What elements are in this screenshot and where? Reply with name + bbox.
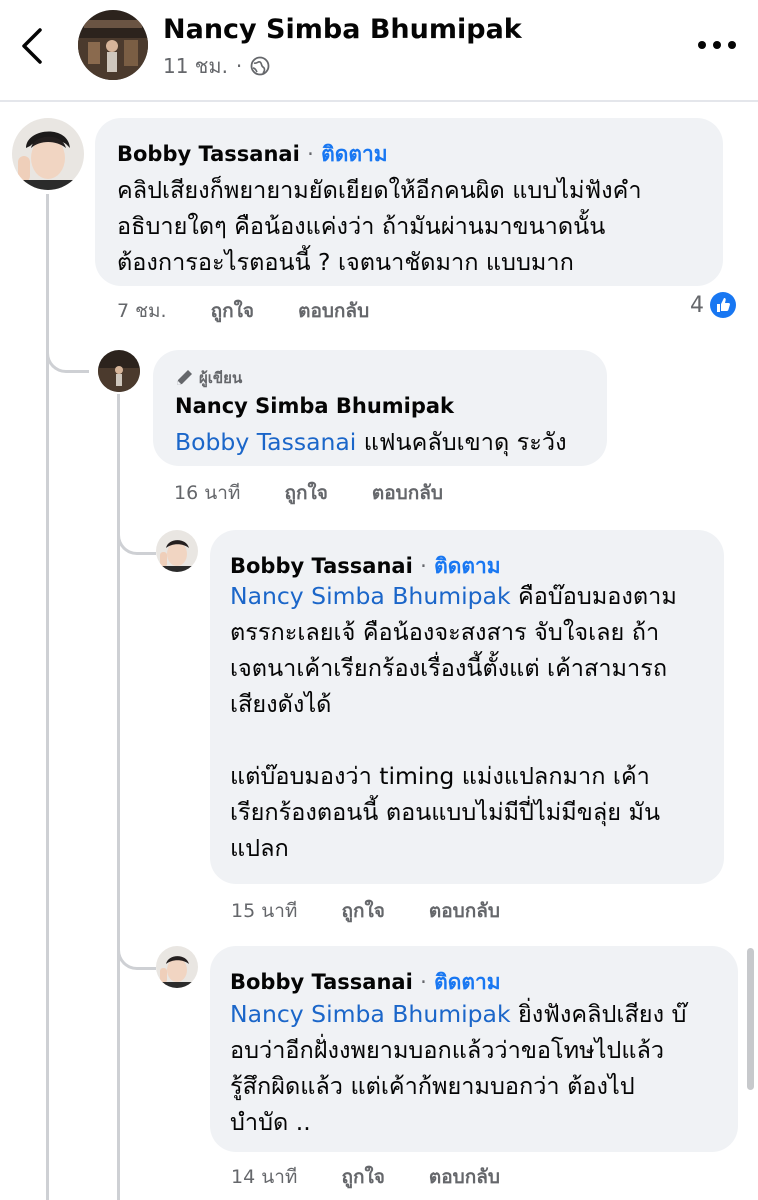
separator-dot: · [420, 554, 427, 578]
comment-line: ตรรกะเลยเจ้ คือน้องจะสงสาร จับใจเลย ถ้า [230, 618, 660, 646]
comment-actions: 14 นาที ถูกใจ ตอบกลับ [231, 1162, 538, 1192]
comment-line: อธิบายใดๆ คือน้องแค่งว่า ถ้ามันผ่านมาขนา… [117, 212, 606, 240]
comment-author-line: Bobby Tassanai · ติดตาม [230, 966, 501, 999]
comment-line [230, 722, 677, 758]
comment-time[interactable]: 16 นาที [174, 482, 240, 504]
comment-line: Nancy Simba Bhumipak คือบ๊อบมองตาม [230, 578, 677, 614]
separator-dot: · [420, 970, 427, 994]
comment-line: อบว่าอีกฝั่งงพยามบอกแล้วว่าขอโทษไปแล้ว [230, 1036, 665, 1064]
comment-line: เสียงดังได้ [230, 690, 332, 718]
more-options-button[interactable] [693, 30, 741, 60]
comment-line-rest: ยิ่งฟังคลิปเสียง บ๊ [510, 1000, 687, 1028]
back-button[interactable] [16, 24, 50, 68]
thread-branch-3 [117, 935, 156, 970]
more-dots-icon [698, 41, 736, 49]
comment-bubble: ผู้เขียน Nancy Simba Bhumipak Bobby Tass… [153, 350, 607, 466]
like-button[interactable]: ถูกใจ [341, 1166, 384, 1188]
comment-line: บำบัด .. [230, 1108, 311, 1136]
author-badge: ผู้เขียน [175, 366, 242, 390]
comment-line: Nancy Simba Bhumipak ยิ่งฟังคลิปเสียง บ๊ [230, 996, 686, 1032]
comment-line-rest: คือบ๊อบมองตาม [510, 582, 677, 610]
header-author-name[interactable]: Nancy Simba Bhumipak [163, 14, 522, 45]
comment-text: Nancy Simba Bhumipak คือบ๊อบมองตาม ตรรกะ… [230, 578, 677, 866]
header-meta: 11 ชม. · [163, 50, 270, 82]
comment-author-name[interactable]: Bobby Tassanai [117, 142, 300, 166]
comment-actions: 7 ชม. ถูกใจ ตอบกลับ [117, 296, 407, 326]
like-badge-icon [710, 292, 736, 318]
follow-button[interactable]: ติดตาม [434, 554, 501, 578]
follow-button[interactable]: ติดตาม [434, 970, 501, 994]
comment-bubble: Bobby Tassanai · ติดตาม Nancy Simba Bhum… [210, 946, 738, 1152]
thread-line-nested [117, 394, 120, 1200]
comment-text: Nancy Simba Bhumipak ยิ่งฟังคลิปเสียง บ๊… [230, 996, 686, 1140]
comment-author-name[interactable]: Bobby Tassanai [230, 554, 413, 578]
commenter-avatar[interactable] [12, 118, 84, 190]
comment-line: คลิปเสียงก็พยายามยัดเยียดให้อีกคนผิด แบบ… [117, 176, 642, 204]
comment-line: เรียกร้องตอนนี้ ตอนแบบไม่มีปี่ไม่มีขลุ่ย… [230, 798, 661, 826]
like-button[interactable]: ถูกใจ [211, 300, 254, 322]
comment-line: แปลก [230, 834, 289, 862]
thread-branch-1 [46, 340, 89, 373]
like-button[interactable]: ถูกใจ [341, 900, 384, 922]
follow-button[interactable]: ติดตาม [321, 142, 388, 166]
post-header: Nancy Simba Bhumipak 11 ชม. · [0, 0, 758, 102]
reaction-count: 4 [690, 292, 704, 318]
header-separator: · [235, 54, 243, 78]
commenter-avatar[interactable] [156, 530, 198, 572]
comment-line: แต่บ๊อบมองว่า timing แม่งแปลกมาก เค้า [230, 762, 650, 790]
author-badge-label: ผู้เขียน [199, 369, 243, 387]
comment-time[interactable]: 7 ชม. [117, 300, 167, 322]
comment-actions: 16 นาที ถูกใจ ตอบกลับ [174, 478, 481, 508]
comment-author-name[interactable]: Bobby Tassanai [230, 970, 413, 994]
chevron-left-icon [22, 28, 42, 64]
globe-icon [250, 56, 270, 76]
reply-button[interactable]: ตอบกลับ [429, 900, 500, 922]
reply-button[interactable]: ตอบกลับ [298, 300, 369, 322]
commenter-avatar[interactable] [98, 350, 140, 392]
commenter-avatar[interactable] [156, 946, 198, 988]
comment-time[interactable]: 14 นาที [231, 1166, 297, 1188]
comment-actions: 15 นาที ถูกใจ ตอบกลับ [231, 896, 538, 926]
comment-time[interactable]: 15 นาที [231, 900, 297, 922]
reaction-summary[interactable]: 4 [690, 292, 736, 318]
thread-branch-2 [117, 520, 156, 555]
comment-author-name[interactable]: Nancy Simba Bhumipak [175, 394, 454, 418]
scrollbar-thumb[interactable] [747, 948, 754, 1090]
comment-text: Bobby Tassanai แฟนคลับเขาดุ ระวัง [175, 424, 567, 460]
comment-line: เจตนาเค้าเรียกร้องเรื่องนี้ตั้งแต่ เค้าส… [230, 654, 668, 682]
separator-dot: · [307, 142, 314, 166]
comment-bubble: Bobby Tassanai · ติดตาม Nancy Simba Bhum… [210, 530, 724, 884]
mention-link[interactable]: Nancy Simba Bhumipak [230, 1000, 511, 1028]
mention-link[interactable]: Nancy Simba Bhumipak [230, 582, 511, 610]
comment-line: แฟนคลับเขาดุ ระวัง [356, 428, 567, 456]
pencil-icon [177, 370, 192, 385]
header-time: 11 ชม. [163, 54, 228, 78]
comment-author-line: Bobby Tassanai · ติดตาม [117, 138, 388, 171]
like-button[interactable]: ถูกใจ [284, 482, 327, 504]
comment-line: ต้องการอะไรตอนนี้ ? เจตนาชัดมาก แบบมาก [117, 248, 574, 276]
reply-button[interactable]: ตอบกลับ [372, 482, 443, 504]
comment-line: รู้สึกผิดแล้ว แต่เค้าก้พยามบอกว่า ต้องไป [230, 1072, 635, 1100]
reply-button[interactable]: ตอบกลับ [429, 1166, 500, 1188]
comment-bubble: Bobby Tassanai · ติดตาม คลิปเสียงก็พยายา… [95, 118, 723, 286]
mention-link[interactable]: Bobby Tassanai [175, 428, 356, 456]
header-avatar[interactable] [78, 10, 148, 80]
comment-text: คลิปเสียงก็พยายามยัดเยียดให้อีกคนผิด แบบ… [117, 172, 642, 280]
